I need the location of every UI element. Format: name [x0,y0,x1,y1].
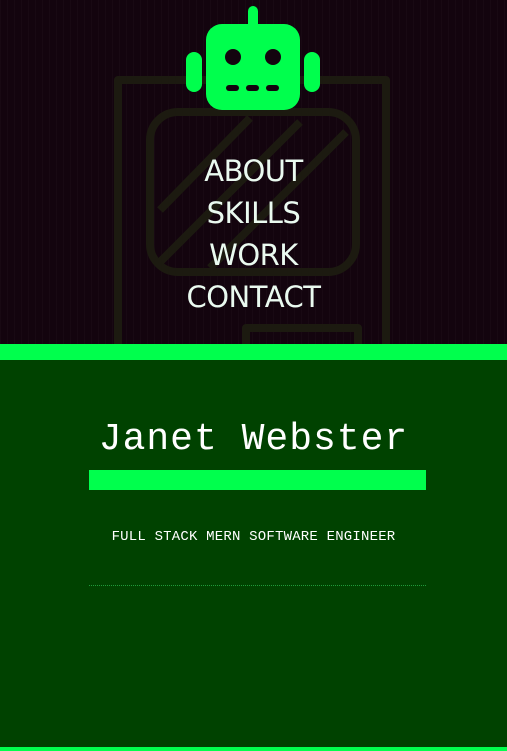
header-divider [0,344,507,360]
main-nav: ABOUT SKILLS WORK CONTACT [0,150,507,318]
dotted-rule [89,585,426,586]
nav-link-about[interactable]: ABOUT [204,150,303,192]
hero-subtitle: FULL STACK MERN SOFTWARE ENGINEER [111,529,396,545]
nav-link-work[interactable]: WORK [209,234,298,276]
nav-link-contact[interactable]: CONTACT [186,276,321,318]
site-header: ABOUT SKILLS WORK CONTACT [0,0,507,344]
name-underline-bar [89,470,426,490]
hero-name: Janet Webster [98,418,409,461]
robot-icon[interactable] [186,6,320,112]
nav-link-skills[interactable]: SKILLS [207,192,301,234]
bottom-accent-line [0,747,507,751]
